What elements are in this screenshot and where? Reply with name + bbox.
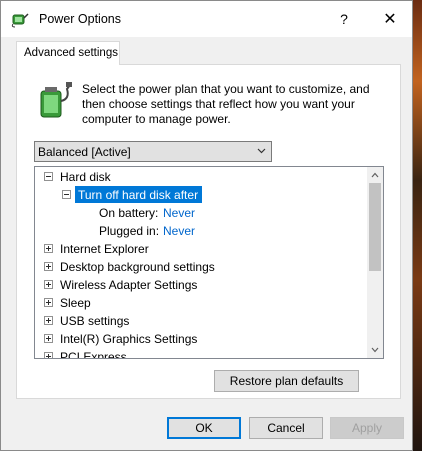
apply-button[interactable]: Apply	[330, 417, 404, 439]
help-button[interactable]: ?	[321, 1, 367, 37]
battery-plug-icon	[40, 82, 72, 118]
tree-item-turn-off-hard-disk[interactable]: Turn off hard disk after	[35, 186, 368, 204]
tree-item-label: Intel(R) Graphics Settings	[60, 332, 198, 346]
settings-tree[interactable]: Hard disk Turn off hard disk after On ba…	[34, 166, 384, 359]
tree-item-label: Plugged in:	[99, 224, 160, 238]
scroll-down-arrow-icon[interactable]	[371, 346, 379, 354]
tree-item-label: Internet Explorer	[60, 242, 149, 256]
chevron-down-icon	[257, 148, 266, 154]
tree-item-label: USB settings	[60, 314, 130, 328]
expand-icon[interactable]	[44, 334, 53, 343]
intro-text: Select the power plan that you want to c…	[82, 82, 370, 126]
expand-icon[interactable]	[44, 352, 53, 358]
tree-item-on-battery[interactable]: On battery: Never	[35, 204, 368, 222]
close-button[interactable]: ✕	[367, 1, 413, 37]
power-options-icon	[11, 13, 29, 28]
expand-icon[interactable]	[44, 280, 53, 289]
plugged-in-value-link[interactable]: Never	[163, 224, 195, 238]
tree-item-hard-disk[interactable]: Hard disk	[35, 168, 368, 186]
expand-icon[interactable]	[44, 316, 53, 325]
tree-item-label-selected: Turn off hard disk after	[75, 186, 203, 203]
restore-plan-defaults-button[interactable]: Restore plan defaults	[214, 370, 359, 392]
tree-item-usb-settings[interactable]: USB settings	[35, 312, 368, 330]
tree-item-pci-express[interactable]: PCI Express	[35, 348, 368, 358]
power-plan-select-value: Balanced [Active]	[38, 145, 131, 159]
tree-item-internet-explorer[interactable]: Internet Explorer	[35, 240, 368, 258]
expand-icon[interactable]	[44, 298, 53, 307]
tree-item-label: Desktop background settings	[60, 260, 215, 274]
ok-button[interactable]: OK	[167, 417, 241, 439]
advanced-settings-panel: Select the power plan that you want to c…	[16, 64, 401, 399]
collapse-icon[interactable]	[44, 172, 53, 181]
tree-item-label: PCI Express	[60, 350, 127, 358]
tree-item-wireless-adapter[interactable]: Wireless Adapter Settings	[35, 276, 368, 294]
scroll-up-arrow-icon[interactable]	[371, 171, 379, 179]
expand-icon[interactable]	[44, 262, 53, 271]
tree-item-plugged-in[interactable]: Plugged in: Never	[35, 222, 368, 240]
tree-item-desktop-background[interactable]: Desktop background settings	[35, 258, 368, 276]
cancel-button[interactable]: Cancel	[249, 417, 323, 439]
tree-item-label: On battery:	[99, 206, 159, 220]
settings-tree-items: Hard disk Turn off hard disk after On ba…	[35, 167, 368, 358]
tab-advanced-settings[interactable]: Advanced settings	[16, 41, 120, 65]
tree-item-label: Wireless Adapter Settings	[60, 278, 198, 292]
scrollbar-thumb[interactable]	[369, 183, 381, 271]
tree-item-label: Hard disk	[60, 170, 111, 184]
tree-scrollbar[interactable]	[367, 167, 383, 358]
tree-item-sleep[interactable]: Sleep	[35, 294, 368, 312]
collapse-icon[interactable]	[62, 190, 71, 199]
window-title: Power Options	[39, 12, 121, 26]
tree-item-intel-graphics[interactable]: Intel(R) Graphics Settings	[35, 330, 368, 348]
tree-item-label: Sleep	[60, 296, 91, 310]
power-plan-select[interactable]: Balanced [Active]	[34, 141, 272, 162]
power-options-dialog: Power Options ? ✕ Advanced settings Sele…	[0, 0, 413, 451]
title-bar[interactable]: Power Options ? ✕	[1, 1, 412, 37]
expand-icon[interactable]	[44, 244, 53, 253]
on-battery-value-link[interactable]: Never	[163, 206, 195, 220]
